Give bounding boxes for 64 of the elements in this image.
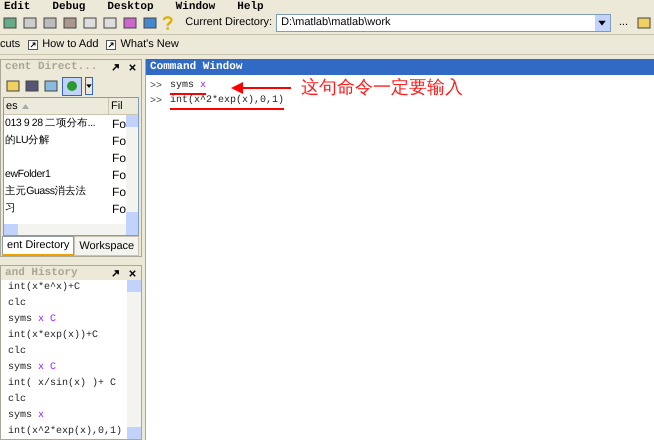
caret-icon[interactable] [86,83,92,89]
prompt: >> [150,95,162,109]
file-type: Fo [111,150,126,166]
file-type: Fo [111,184,126,200]
report-button[interactable] [62,76,82,96]
file-name[interactable]: 的LU分解 [5,134,50,146]
command-text: syms [8,360,32,375]
argument-text: x C [37,313,56,328]
undock-icon[interactable] [111,63,120,72]
file-name[interactable]: 主元Guass消去法 [5,184,86,197]
argument-text: x C [37,360,56,375]
sort-icon [22,104,29,108]
panel-title: cent Direct... [5,60,98,76]
command-text: clc [8,296,26,312]
directory-field[interactable]: D:\matlab\matlab\work [276,14,611,32]
prompt: >> [150,80,162,94]
panel-tab[interactable]: Workspace [74,236,140,256]
shortcut-link[interactable]: How to Add [42,36,98,53]
annotation-text: 这句命令一定要输入 [301,76,463,100]
vertical-scrollbar[interactable] [127,280,141,439]
panel-title: and History [5,266,78,281]
file-type: Fo [111,116,126,132]
command-text: clc [8,344,26,360]
command-text: clc [8,392,26,407]
menu-item[interactable]: Window [176,2,216,11]
window-title: Command Window [146,59,654,75]
dropdown-button[interactable] [594,14,610,30]
command-text: int(x*e^x)+C [8,280,80,296]
caret-icon[interactable] [598,18,606,26]
menu-item[interactable]: Help [237,2,264,11]
argument-text: x [37,408,44,423]
file-name[interactable]: 013 9 28 二项分布... [5,116,96,129]
file-name[interactable]: ewFolder1 [5,168,50,180]
command-text: int(x^2*exp(x),0,1) [8,424,122,439]
file-type: Fo [111,166,126,184]
command-text: syms [8,313,32,328]
argument-text: x [199,79,206,93]
close-icon[interactable] [128,268,137,278]
column-header[interactable]: es [4,98,108,114]
vertical-scrollbar[interactable] [126,115,138,224]
menu-item[interactable]: Desktop [107,2,154,11]
file-type: Fo [111,200,126,218]
menu-item[interactable]: Edit [4,2,30,11]
file-name[interactable]: 习 [5,202,16,214]
menu-item[interactable]: Debug [52,2,86,11]
shortcut-link[interactable]: cuts [0,36,20,53]
command-text: int(x*exp(x))+C [8,328,98,344]
command-text: syms [8,408,32,423]
horizontal-scrollbar[interactable] [4,224,138,235]
browse-button[interactable]: ... [614,14,632,31]
command-text: syms [170,79,194,93]
close-icon[interactable] [128,63,137,72]
column-header[interactable]: Fil [108,98,138,114]
shortcut-icon [28,40,38,50]
dropdown-button[interactable] [85,77,93,95]
undock-icon[interactable] [111,268,120,278]
command-text: int( x/sin(x) )+ C [8,376,116,391]
file-type: Fo [111,132,126,150]
arrow-icon [231,82,291,94]
directory-label: Current Directory: [185,15,272,30]
shortcut-icon [106,40,116,50]
shortcut-link[interactable]: What's New [120,36,179,53]
command-text: int(x^2*exp(x),0,1) [170,94,284,108]
panel-tab[interactable]: ent Directory [2,236,74,256]
